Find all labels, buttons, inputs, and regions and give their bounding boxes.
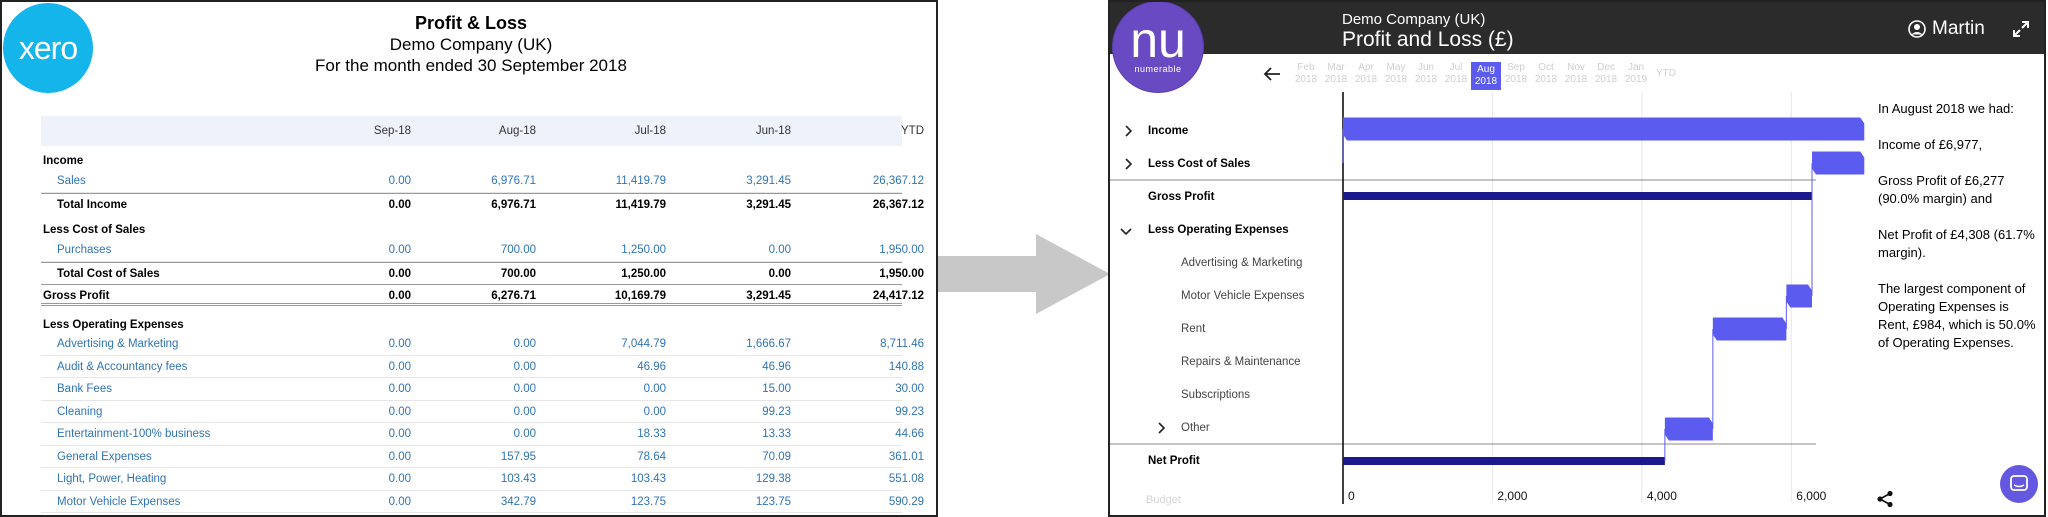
arrow-right-icon (938, 234, 1110, 314)
row-cost-of-sales[interactable]: Less Cost of Sales (1148, 158, 1250, 170)
section-heading: Income (41, 146, 902, 170)
column-header: YTD (901, 125, 924, 137)
section-heading: Less Operating Expenses (41, 306, 902, 333)
report-company: Demo Company (UK) (389, 35, 553, 54)
xero-report-panel: xero Profit & Loss Demo Company (UK) For… (0, 0, 938, 517)
account-link[interactable]: Sales (57, 175, 86, 187)
table-header-row: Sep-18 Aug-18 Jul-18 Jun-18 YTD (41, 116, 924, 146)
row-repairs[interactable]: Repairs & Maintenance (1181, 356, 1301, 368)
row-operating-expenses[interactable]: Less Operating Expenses (1148, 224, 1289, 236)
total-row: Total Cost of Sales 0.00 700.00 1,250.00… (41, 261, 924, 285)
row-income[interactable]: Income (1148, 125, 1188, 137)
total-label: Total Cost of Sales (57, 267, 160, 280)
table-cell[interactable]: 99.23 (761, 406, 924, 418)
waterfall-bar (1664, 417, 1713, 441)
section-label: Less Cost of Sales (43, 224, 146, 236)
section-label: Income (43, 155, 84, 167)
opex-rows: Advertising & Marketing 0.00 0.00 7,044.79 1… (41, 333, 924, 513)
table-cell[interactable]: 590.29 (761, 496, 924, 508)
x-tick-label: 0 (1348, 489, 1355, 503)
table-cell[interactable]: 1,950.00 (761, 244, 924, 256)
report-period: For the month ended 30 September 2018 (315, 56, 627, 75)
account-link[interactable]: Entertainment-100% business (57, 428, 210, 440)
x-tick-label: 2,000 (1497, 489, 1527, 503)
report-header: Profit & Loss Demo Company (UK) For the … (2, 12, 936, 76)
x-tick-label: 4,000 (1647, 489, 1677, 503)
table-cell[interactable]: 140.88 (761, 361, 924, 373)
table-cell[interactable]: 361.01 (761, 451, 924, 463)
table-row[interactable]: General Expenses 0.00 157.95 78.64 70.09 361.… (41, 446, 924, 468)
table-cell: 26,367.12 (872, 198, 924, 211)
chevron-right-icon[interactable] (1122, 125, 1134, 137)
report-title: Profit & Loss (414, 13, 527, 33)
account-link[interactable]: Cleaning (57, 406, 102, 418)
waterfall-bar (1811, 151, 1865, 175)
table-row[interactable]: Advertising & Marketing 0.00 0.00 7,044.79 1… (41, 333, 924, 356)
summary-line: Net Profit of £4,308 (61.7% margin). (1878, 227, 2035, 260)
waterfall-bar (1343, 117, 1865, 141)
summary-line: Gross Profit of £6,277 (90.0% margin) an… (1878, 173, 2005, 206)
gross-profit-label: Gross Profit (43, 290, 110, 302)
waterfall-bar (1786, 284, 1812, 308)
row-subscriptions[interactable]: Subscriptions (1181, 389, 1250, 401)
summary-line: Income of £6,977, (1878, 137, 1983, 152)
table-cell[interactable]: 551.08 (761, 473, 924, 485)
account-link[interactable]: Purchases (57, 244, 111, 256)
total-bar (1343, 457, 1665, 465)
table-cell[interactable]: 30.00 (761, 383, 924, 395)
chevron-down-icon[interactable] (1120, 225, 1132, 237)
report-table: Sep-18 Aug-18 Jul-18 Jun-18 YTD Income S… (41, 116, 924, 513)
row-net-profit[interactable]: Net Profit (1148, 455, 1200, 467)
table-row[interactable]: Light, Power, Heating 0.00 103.43 103.43 129… (41, 468, 924, 491)
table-row[interactable]: Audit & Accountancy fees 0.00 0.00 46.96 46.… (41, 356, 924, 378)
table-row[interactable]: Sales 0.00 6,976.71 11,419.79 3,291.45 2… (41, 170, 924, 193)
summary-line: In August 2018 we had: (1878, 101, 2014, 116)
row-motor-vehicle[interactable]: Motor Vehicle Expenses (1181, 290, 1304, 302)
account-link[interactable]: Motor Vehicle Expenses (57, 496, 180, 508)
summary-text: In August 2018 we had: Income of £6,977,… (1878, 100, 2038, 370)
numerable-panel: Demo Company (UK) Profit and Loss (£) Ma… (1108, 0, 2046, 517)
row-advertising[interactable]: Advertising & Marketing (1181, 257, 1302, 269)
chat-button[interactable] (2000, 465, 2038, 503)
row-gross-profit[interactable]: Gross Profit (1148, 191, 1214, 203)
table-row[interactable]: Cleaning 0.00 0.00 0.00 99.23 99.23 (41, 401, 924, 423)
table-row[interactable]: Motor Vehicle Expenses 0.00 342.79 123.75 12… (41, 491, 924, 513)
table-cell[interactable]: 44.66 (761, 428, 924, 440)
section-label: Less Operating Expenses (43, 319, 184, 331)
chevron-right-icon[interactable] (1155, 422, 1167, 434)
gross-profit-row: Gross Profit 0.00 6,276.71 10,169.79 3,2… (41, 284, 924, 306)
table-row[interactable]: Entertainment-100% business 0.00 0.00 18.33… (41, 423, 924, 446)
table-cell[interactable]: 26,367.12 (761, 175, 924, 187)
budget-toggle[interactable]: Budget (1146, 494, 1181, 506)
summary-line: The largest component of Operating Expen… (1878, 281, 2036, 350)
chevron-right-icon[interactable] (1122, 158, 1134, 170)
total-bar (1343, 192, 1812, 200)
account-link[interactable]: General Expenses (57, 451, 152, 463)
x-tick-label: 6,000 (1796, 489, 1826, 503)
account-link[interactable]: Advertising & Marketing (57, 338, 178, 350)
total-row: Total Income 0.00 6,976.71 11,419.79 3,2… (41, 192, 924, 216)
waterfall-bar (1712, 317, 1787, 341)
table-cell: 1,950.00 (879, 267, 924, 280)
table-cell[interactable]: 8,711.46 (761, 338, 924, 350)
account-link[interactable]: Bank Fees (57, 383, 112, 395)
section-heading: Less Cost of Sales (41, 215, 902, 239)
chat-icon (2010, 475, 2028, 491)
row-rent[interactable]: Rent (1181, 323, 1205, 335)
row-other[interactable]: Other (1181, 422, 1210, 434)
account-link[interactable]: Audit & Accountancy fees (57, 361, 187, 373)
table-row[interactable]: Bank Fees 0.00 0.00 0.00 15.00 30.00 (41, 378, 924, 401)
share-icon[interactable] (1876, 490, 1894, 508)
table-cell: 24,417.12 (872, 290, 924, 302)
account-link[interactable]: Light, Power, Heating (57, 473, 166, 485)
comparison-stage: xero Profit & Loss Demo Company (UK) For… (0, 0, 2048, 517)
total-label: Total Income (57, 198, 128, 211)
table-row[interactable]: Purchases 0.00 700.00 1,250.00 0.00 1,95… (41, 239, 924, 262)
